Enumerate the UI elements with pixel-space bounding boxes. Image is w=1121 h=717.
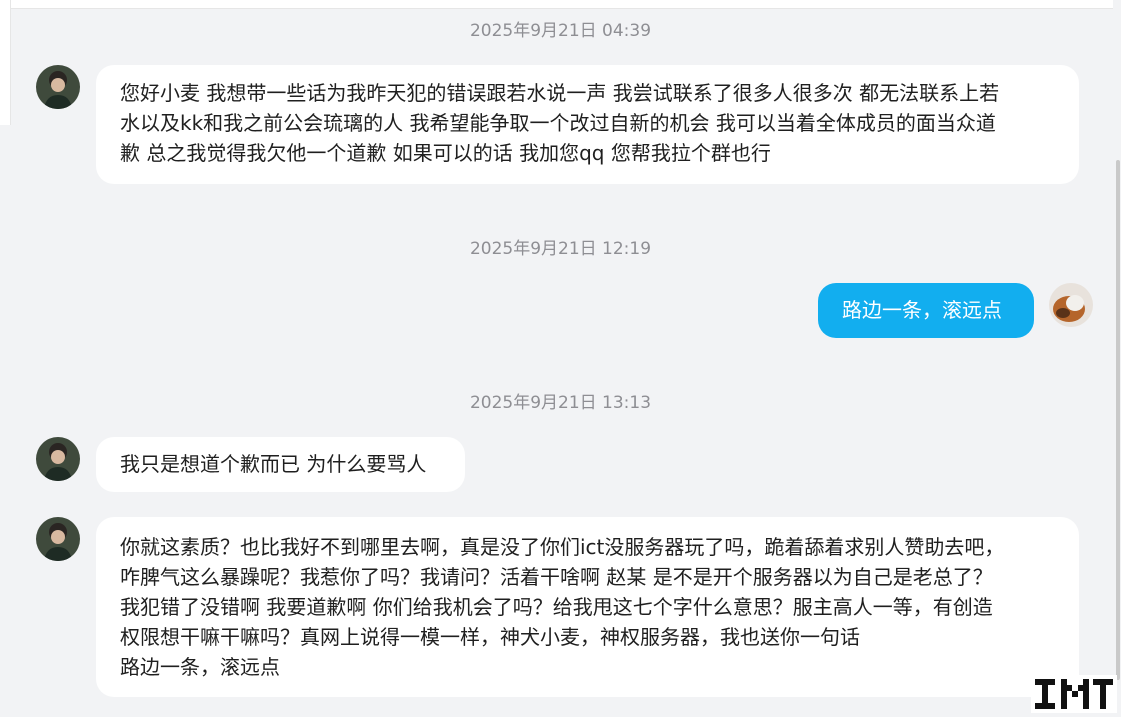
self-avatar[interactable]	[1049, 283, 1093, 327]
message-timestamp: 2025年9月21日 04:39	[469, 21, 652, 41]
message-bubble-incoming[interactable]: 您好小麦 我想带一些话为我昨天犯的错误跟若水说一声 我尝试联系了很多人很多次 都…	[96, 65, 1079, 184]
message-bubble-incoming[interactable]: 我只是想道个歉而已 为什么要骂人	[96, 437, 465, 492]
message-bubble-outgoing[interactable]: 路边一条，滚远点	[818, 283, 1034, 338]
contact-avatar[interactable]	[36, 437, 80, 481]
message-timestamp: 2025年9月21日 12:19	[469, 239, 652, 259]
contact-avatar[interactable]	[36, 517, 80, 561]
pixel-logo-icon	[1031, 675, 1117, 713]
top-divider	[0, 0, 1121, 9]
contact-avatar[interactable]	[36, 65, 80, 109]
message-timestamp: 2025年9月21日 13:13	[469, 393, 652, 413]
message-bubble-incoming[interactable]: 你就这素质？也比我好不到哪里去啊，真是没了你们ict没服务器玩了吗，跪着舔着求别…	[96, 517, 1079, 697]
